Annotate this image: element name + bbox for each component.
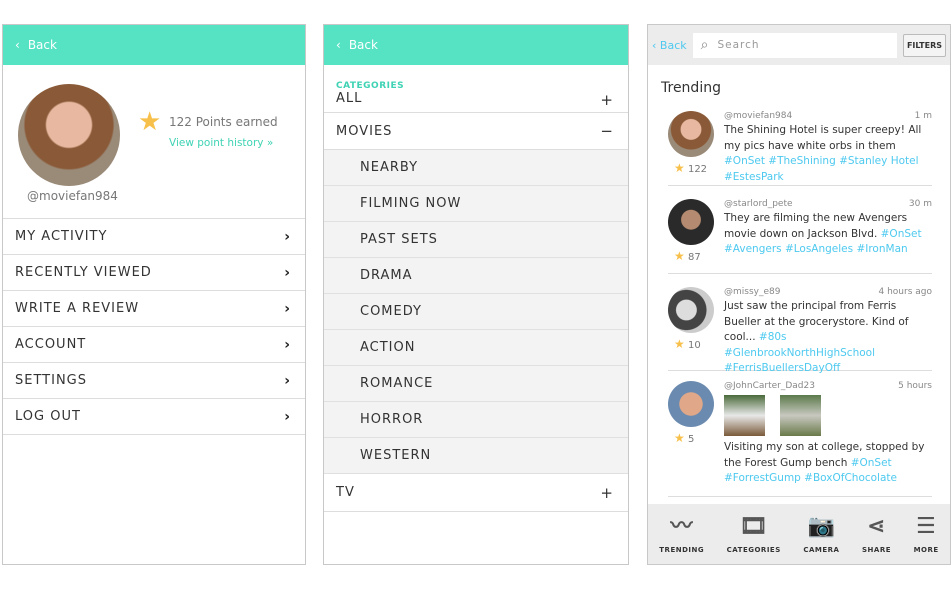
post[interactable]: ★ 5 @JohnCarter_Dad23 5 hours Visiting my…	[668, 381, 932, 497]
nav-trending[interactable]: 〰 TRENDING	[659, 514, 704, 554]
subcategory-past-sets[interactable]: PAST SETS	[324, 222, 628, 258]
subcategory-nearby[interactable]: NEARBY	[324, 150, 628, 186]
chevron-left-icon: ‹	[15, 38, 20, 52]
chevron-right-icon: ›	[284, 408, 291, 425]
profile-panel: ‹ Back @moviefan984 ★ 122 Points earned V…	[2, 24, 306, 565]
plus-icon: +	[600, 483, 614, 502]
pulse-icon: 〰	[670, 514, 693, 539]
film-icon: 🎞	[739, 514, 768, 539]
minus-icon: −	[600, 122, 614, 140]
chevron-right-icon: ›	[284, 300, 291, 317]
categories-label: CATEGORIES	[336, 81, 405, 91]
chevron-right-icon: ›	[284, 372, 291, 389]
subcategory-horror[interactable]: HORROR	[324, 402, 628, 438]
post-photo[interactable]	[724, 395, 765, 436]
post-photo[interactable]	[780, 395, 821, 436]
nav-categories[interactable]: 🎞 CATEGORIES	[727, 514, 781, 554]
menu-settings[interactable]: SETTINGS ›	[3, 363, 305, 399]
search-input[interactable]: ⌕ Search	[692, 32, 897, 58]
chevron-left-icon: ‹	[336, 38, 341, 52]
trending-panel: ‹ Back ⌕ Search FILTERS Trending ★ 122 @m…	[647, 24, 951, 565]
search-icon: ⌕	[700, 37, 710, 53]
points-earned: 122 Points earned	[169, 115, 278, 129]
category-all[interactable]: ALL +	[324, 91, 628, 113]
post[interactable]: ★ 10 @missy_e89 4 hours ago Just saw the …	[668, 287, 932, 374]
avatar	[18, 84, 120, 186]
view-point-history-link[interactable]: View point history »	[169, 137, 273, 149]
chevron-right-icon: ›	[284, 264, 291, 281]
back-button[interactable]: ‹ Back	[324, 25, 628, 65]
star-icon: ★	[674, 337, 685, 351]
menu-account[interactable]: ACCOUNT ›	[3, 327, 305, 363]
username: @moviefan984	[27, 189, 118, 203]
avatar	[668, 111, 714, 157]
category-tv[interactable]: TV +	[324, 474, 628, 512]
camera-icon: 📷	[807, 514, 836, 539]
filters-button[interactable]: FILTERS	[902, 33, 946, 57]
star-icon: ★	[138, 107, 162, 137]
subcategory-drama[interactable]: DRAMA	[324, 258, 628, 294]
nav-more[interactable]: ☰ MORE	[914, 514, 939, 554]
nav-share[interactable]: ⋖ SHARE	[862, 514, 891, 554]
star-icon: ★	[674, 161, 685, 175]
categories-panel: ‹ Back CATEGORIES ALL + MOVIES − NEARBY FIL…	[323, 24, 629, 565]
star-icon: ★	[674, 431, 685, 445]
avatar	[668, 381, 714, 427]
post[interactable]: ★ 122 @moviefan984 1 m The Shining Hotel …	[668, 111, 932, 186]
star-icon: ★	[674, 249, 685, 263]
subcategory-western[interactable]: WESTERN	[324, 438, 628, 474]
subcategory-filming-now[interactable]: FILMING NOW	[324, 186, 628, 222]
profile-menu: MY ACTIVITY › RECENTLY VIEWED › WRITE A RE…	[3, 219, 305, 435]
chevron-right-icon: ›	[284, 336, 291, 353]
avatar	[668, 199, 714, 245]
avatar	[668, 287, 714, 333]
trending-title: Trending	[661, 80, 721, 96]
chevron-right-icon: ›	[284, 228, 291, 245]
bottom-nav: 〰 TRENDING 🎞 CATEGORIES 📷 CAMERA ⋖ SHARE ☰ MO…	[648, 504, 950, 564]
nav-camera[interactable]: 📷 CAMERA	[803, 514, 839, 554]
menu-write-review[interactable]: WRITE A REVIEW ›	[3, 291, 305, 327]
menu-icon: ☰	[916, 514, 937, 539]
menu-my-activity[interactable]: MY ACTIVITY ›	[3, 219, 305, 255]
subcategory-romance[interactable]: ROMANCE	[324, 366, 628, 402]
plus-icon: +	[600, 91, 614, 109]
back-button[interactable]: ‹ Back	[652, 39, 687, 52]
back-button[interactable]: ‹ Back	[3, 25, 305, 65]
subcategory-comedy[interactable]: COMEDY	[324, 294, 628, 330]
category-movies[interactable]: MOVIES −	[324, 113, 628, 150]
menu-recently-viewed[interactable]: RECENTLY VIEWED ›	[3, 255, 305, 291]
share-icon: ⋖	[867, 514, 886, 539]
subcategory-action[interactable]: ACTION	[324, 330, 628, 366]
menu-log-out[interactable]: LOG OUT ›	[3, 399, 305, 435]
post[interactable]: ★ 87 @starlord_pete 30 m They are filming…	[668, 199, 932, 274]
